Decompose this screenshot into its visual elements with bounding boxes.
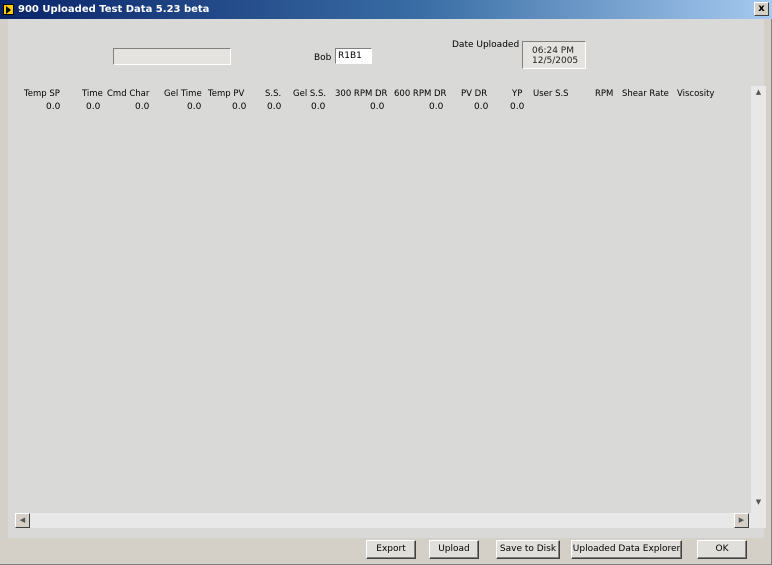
vertical-scrollbar[interactable]: ▲ ▼ (751, 86, 766, 528)
status-display (113, 48, 231, 65)
col-header-viscosity: Viscosity (677, 89, 715, 99)
uploaded-data-explorer-button[interactable]: Uploaded Data Explorer (571, 540, 682, 559)
upload-time: 06:24 PM (532, 46, 574, 56)
col-header-gel-ss: Gel S.S. (293, 89, 327, 99)
horizontal-scrollbar[interactable]: ◀ ▶ (15, 513, 751, 528)
scroll-left-icon[interactable]: ◀ (15, 513, 30, 528)
col-header-cmd-char: Cmd Char (107, 89, 150, 99)
cell-yp[interactable]: 0.0 (510, 102, 524, 112)
scroll-right-icon[interactable]: ▶ (734, 513, 749, 528)
col-header-rpm: RPM (595, 89, 614, 99)
title-bar[interactable]: 900 Uploaded Test Data 5.23 beta x (0, 0, 772, 19)
window-title: 900 Uploaded Test Data 5.23 beta (18, 4, 210, 15)
bob-label: Bob (314, 53, 332, 63)
cell-temp-sp[interactable]: 0.0 (46, 102, 60, 112)
date-uploaded-display: 06:24 PM 12/5/2005 (522, 41, 586, 69)
labview-app-icon (3, 4, 14, 15)
upload-date: 12/5/2005 (532, 56, 579, 66)
save-to-disk-button[interactable]: Save to Disk (496, 540, 560, 559)
cell-time[interactable]: 0.0 (86, 102, 100, 112)
cell-pv-dr[interactable]: 0.0 (474, 102, 488, 112)
app-window: 900 Uploaded Test Data 5.23 beta x Bob R… (0, 0, 772, 565)
ok-button[interactable]: OK (697, 540, 747, 559)
bob-field[interactable]: R1B1 (335, 48, 372, 64)
upload-button[interactable]: Upload (429, 540, 479, 559)
export-button[interactable]: Export (366, 540, 416, 559)
col-header-temp-sp: Temp SP (24, 89, 60, 99)
cell-temp-pv[interactable]: 0.0 (232, 102, 246, 112)
scroll-up-icon[interactable]: ▲ (751, 86, 766, 101)
cell-300-rpm-dr[interactable]: 0.0 (370, 102, 384, 112)
col-header-user-ss: User S.S (533, 89, 569, 99)
cell-600-rpm-dr[interactable]: 0.0 (429, 102, 443, 112)
col-header-pv-dr: PV DR (461, 89, 488, 99)
col-header-shear-rate: Shear Rate (622, 89, 669, 99)
data-table[interactable] (14, 86, 766, 528)
col-header-temp-pv: Temp PV (208, 89, 245, 99)
cell-ss[interactable]: 0.0 (267, 102, 281, 112)
col-header-300-rpm-dr: 300 RPM DR (335, 89, 388, 99)
cell-cmd-char[interactable]: 0.0 (135, 102, 149, 112)
scroll-down-icon[interactable]: ▼ (751, 496, 766, 511)
cell-gel-time[interactable]: 0.0 (187, 102, 201, 112)
cell-gel-ss[interactable]: 0.0 (311, 102, 325, 112)
col-header-time: Time (82, 89, 103, 99)
col-header-ss: S.S. (265, 89, 282, 99)
date-uploaded-label: Date Uploaded (452, 40, 520, 50)
col-header-yp: YP (512, 89, 523, 99)
col-header-600-rpm-dr: 600 RPM DR (394, 89, 447, 99)
col-header-gel-time: Gel Time (164, 89, 202, 99)
close-button[interactable]: x (754, 2, 769, 16)
